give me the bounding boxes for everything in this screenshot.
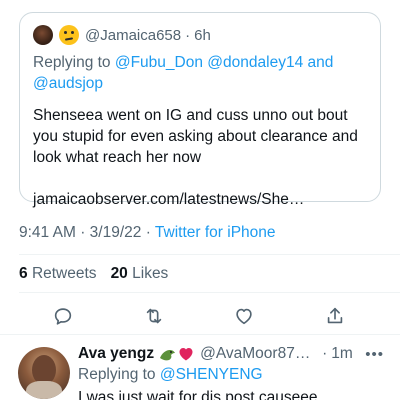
quoted-author-avatar[interactable] bbox=[33, 25, 53, 45]
reply-author-name[interactable]: Ava yengz bbox=[78, 345, 154, 363]
quoted-time[interactable]: 6h bbox=[194, 27, 211, 44]
timestamp-separator: · bbox=[80, 224, 86, 241]
divider bbox=[0, 334, 400, 335]
tweet-source-link[interactable]: Twitter for iPhone bbox=[155, 224, 276, 241]
quoted-tweet-header: @Jamaica658 · 6h bbox=[33, 24, 367, 46]
tweet-timestamp: 9:41 AM · 3/19/22 · Twitter for iPhone bbox=[19, 224, 276, 242]
like-icon[interactable] bbox=[231, 303, 257, 329]
likes-label: Likes bbox=[132, 265, 169, 282]
tweet-time[interactable]: 9:41 AM bbox=[19, 224, 76, 241]
tweet-stats: 6 Retweets 20 Likes bbox=[19, 265, 168, 283]
reply-tweet[interactable]: Ava yengz @AvaMoor87560… · 1m ••• Replyi… bbox=[0, 344, 400, 400]
retweets-count: 6 bbox=[19, 265, 28, 282]
quoted-replying-label: Replying to bbox=[33, 54, 111, 71]
quoted-replying-to: Replying to @Fubu_Don @dondaley14 and @a… bbox=[33, 52, 367, 94]
quoted-tweet-text: Shenseea went on IG and cuss unno out bo… bbox=[33, 107, 358, 166]
quoted-author-handle[interactable]: @Jamaica658 bbox=[85, 27, 181, 44]
mention-link[interactable]: @dondaley14 bbox=[207, 54, 303, 71]
divider bbox=[19, 254, 400, 255]
likes-count: 20 bbox=[110, 265, 128, 282]
mention-link[interactable]: @audsjop bbox=[33, 75, 103, 92]
divider bbox=[19, 292, 400, 293]
tweet-date[interactable]: 3/19/22 bbox=[90, 224, 142, 241]
reply-time[interactable]: 1m bbox=[331, 345, 353, 363]
reply-author-avatar[interactable] bbox=[18, 347, 70, 399]
retweets-label: Retweets bbox=[31, 265, 97, 282]
mention-link[interactable]: @Fubu_Don bbox=[115, 54, 203, 71]
more-options-icon[interactable]: ••• bbox=[365, 346, 384, 363]
reply-header: Ava yengz @AvaMoor87560… · 1m bbox=[78, 344, 388, 364]
crocodile-emoji-icon bbox=[160, 350, 176, 361]
mention-and: and bbox=[307, 54, 334, 71]
reply-replying-to: Replying to @SHENYENG bbox=[78, 366, 263, 384]
red-heart-emoji-icon bbox=[179, 348, 193, 361]
reply-icon[interactable] bbox=[50, 303, 76, 329]
quoted-tweet-url[interactable]: jamaicaobserver.com/latestnews/She… bbox=[33, 189, 367, 210]
reply-text-content: I was just wait for dis post causeee bbox=[78, 389, 318, 400]
reply-author-handle[interactable]: @AvaMoor87560… bbox=[200, 345, 318, 363]
retweets-stat[interactable]: 6 Retweets bbox=[19, 265, 97, 283]
retweet-icon[interactable] bbox=[141, 303, 167, 329]
mention-link[interactable]: @SHENYENG bbox=[160, 366, 263, 383]
quoted-tweet-card[interactable]: @Jamaica658 · 6h Replying to @Fubu_Don @… bbox=[19, 12, 381, 208]
quoted-separator: · bbox=[185, 26, 191, 44]
tweet-action-bar bbox=[0, 303, 400, 329]
reply-separator: · bbox=[322, 345, 328, 362]
timestamp-separator: · bbox=[145, 224, 151, 241]
reply-replying-label: Replying to bbox=[78, 366, 156, 383]
likes-stat[interactable]: 20 Likes bbox=[111, 265, 169, 283]
reply-text: I was just wait for dis post causeee bbox=[78, 389, 318, 400]
share-icon[interactable] bbox=[322, 303, 348, 329]
thinking-face-emoji-icon bbox=[59, 25, 79, 45]
